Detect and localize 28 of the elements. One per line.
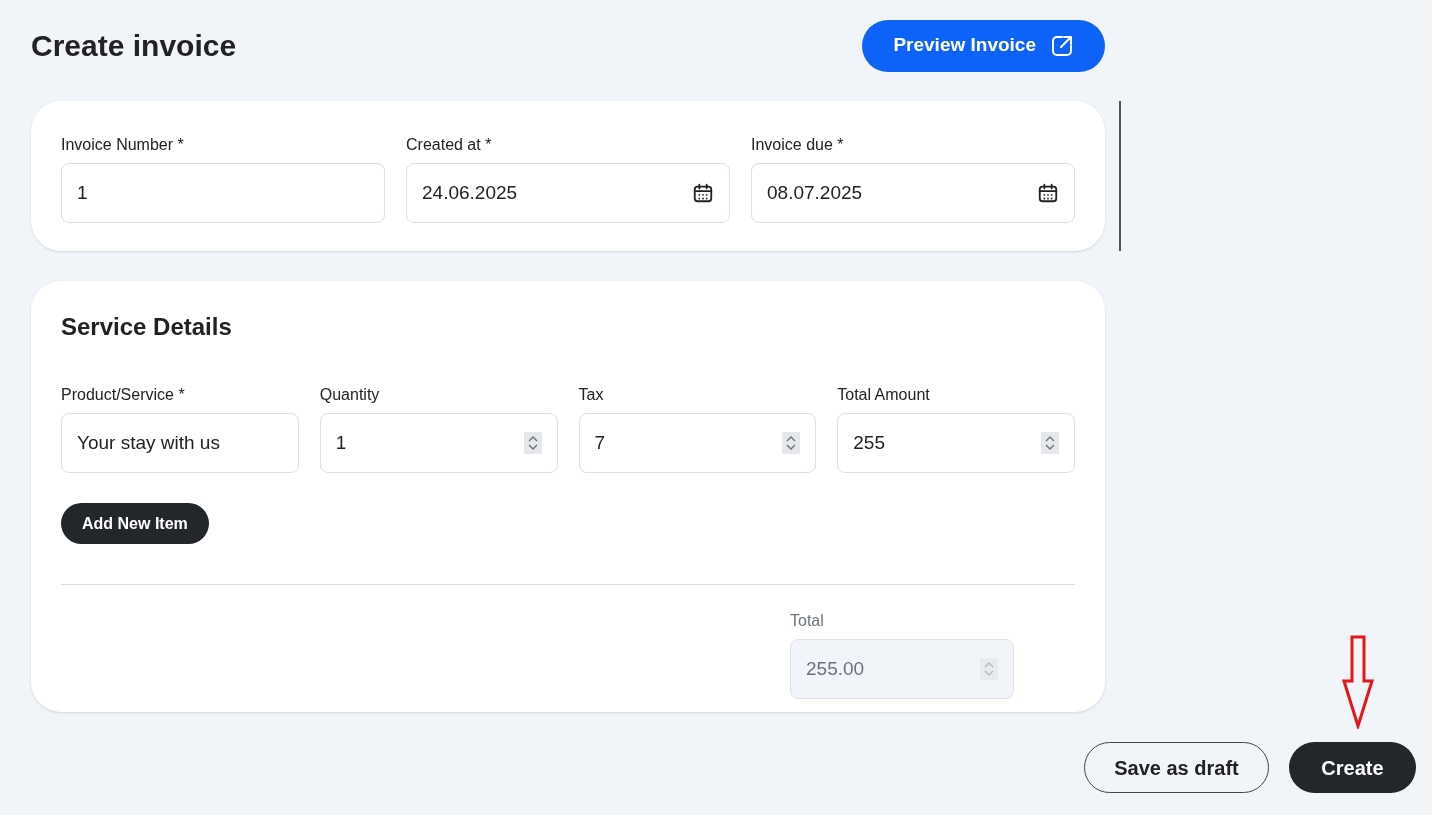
calendar-icon bbox=[692, 182, 714, 204]
calendar-icon bbox=[1037, 182, 1059, 204]
stepper-icon[interactable] bbox=[523, 432, 542, 454]
field-label: Total bbox=[790, 611, 825, 631]
input-field: 255.00 bbox=[790, 639, 1014, 699]
field-label: Tax bbox=[578, 385, 605, 405]
preview-invoice-button[interactable]: Preview Invoice bbox=[862, 19, 1105, 72]
field-label: Product/Service * bbox=[61, 385, 186, 405]
input-field[interactable]: 1 bbox=[61, 163, 385, 223]
number-field[interactable]: 255 bbox=[837, 413, 1075, 473]
create-button[interactable]: Create bbox=[1289, 742, 1416, 793]
section-title: Service Details bbox=[61, 312, 233, 342]
external-link-icon bbox=[1050, 33, 1074, 58]
date-field[interactable]: 24.06.2025 bbox=[406, 163, 730, 223]
down-arrow-icon bbox=[1341, 635, 1375, 729]
field-label: Created at * bbox=[406, 135, 493, 155]
add-new-item-button[interactable]: Add New Item bbox=[61, 503, 209, 544]
page-title: Create invoice bbox=[31, 28, 237, 64]
input-field[interactable]: Your stay with us bbox=[61, 413, 299, 473]
field-label: Invoice due * bbox=[751, 135, 845, 155]
stepper-icon[interactable] bbox=[782, 432, 801, 454]
field-label: Quantity bbox=[319, 385, 381, 405]
number-field[interactable]: 1 bbox=[319, 413, 558, 473]
date-field[interactable]: 08.07.2025 bbox=[751, 163, 1075, 223]
field-label: Total Amount bbox=[837, 385, 931, 405]
number-field[interactable]: 7 bbox=[578, 413, 817, 473]
field-label: Invoice Number * bbox=[61, 135, 185, 155]
stepper-icon[interactable] bbox=[1041, 432, 1059, 454]
